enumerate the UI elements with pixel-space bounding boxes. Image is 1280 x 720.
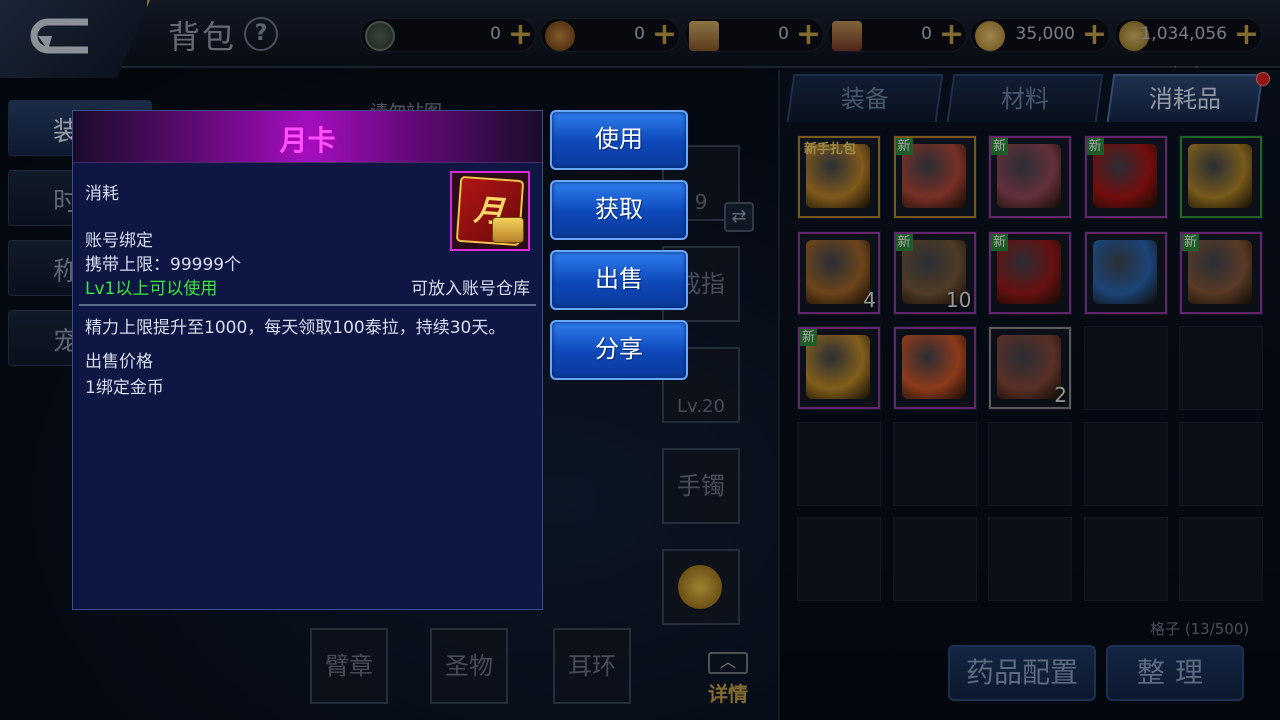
obtain-button[interactable]: 获取 (550, 180, 688, 240)
bag-screen: 背包 ? 0 + 0 + 0 + 0 + 35,000 + 1,034,056 … (0, 0, 1280, 720)
treasure-chest-icon (492, 217, 524, 243)
storage-note: 可放入账号仓库 (411, 279, 530, 299)
item-icon-frame: 月 (450, 171, 530, 251)
tooltip-header: 月卡 (73, 111, 542, 163)
sell-button[interactable]: 出售 (550, 250, 688, 310)
carry-limit: 携带上限：99999个 (85, 255, 242, 275)
share-button[interactable]: 分享 (550, 320, 688, 380)
use-button[interactable]: 使用 (550, 110, 688, 170)
item-description: 精力上限提升至1000，每天领取100泰拉，持续30天。 (85, 318, 506, 338)
item-category: 消耗 (85, 184, 119, 204)
item-tooltip: 月卡 消耗 月 账号绑定 携带上限：99999个 Lv1以上可以使用 可放入账号… (72, 110, 543, 610)
sell-price-label: 出售价格 (85, 352, 153, 372)
sell-price-value: 1绑定金币 (85, 378, 164, 398)
item-binding: 账号绑定 (85, 231, 153, 251)
divider (79, 304, 536, 306)
item-name: 月卡 (279, 124, 336, 157)
usable-level: Lv1以上可以使用 (85, 279, 218, 299)
